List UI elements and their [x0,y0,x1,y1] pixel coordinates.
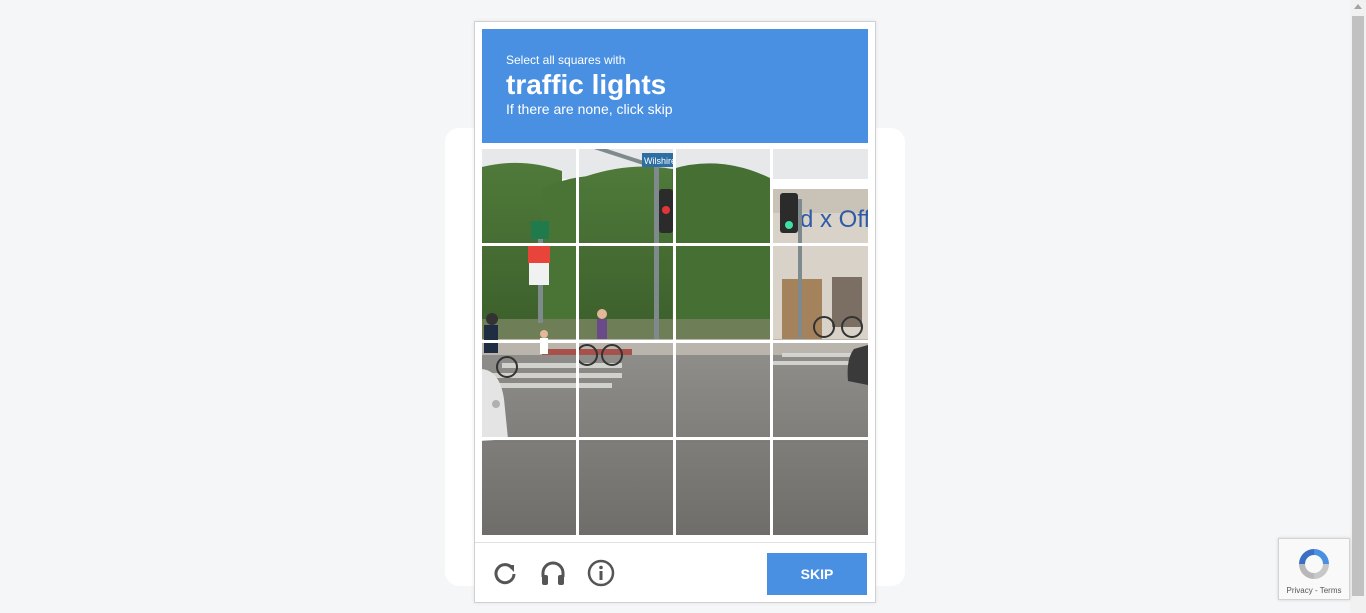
link-separator: - [1312,586,1320,595]
grid-tile-r3-c1[interactable] [482,343,576,437]
grid-tile-r3-c2[interactable] [579,343,673,437]
scroll-up-arrow-icon[interactable] [1354,4,1362,9]
grid-tile-r2-c2[interactable] [579,246,673,340]
terms-link[interactable]: Terms [1320,586,1342,595]
challenge-footer: SKIP [475,542,875,603]
recaptcha-badge[interactable]: Privacy - Terms [1278,538,1350,600]
grid-tile-r4-c3[interactable] [676,440,770,534]
grid-tile-r1-c3[interactable] [676,149,770,243]
target-object-text: traffic lights [506,69,667,100]
reload-icon[interactable] [491,559,519,587]
headphones-icon[interactable] [539,559,567,587]
grid-tile-r4-c1[interactable] [482,440,576,534]
captcha-challenge-frame: Select all squares with traffic lights I… [474,21,876,603]
grid-tile-r3-c4[interactable] [773,343,867,437]
grid-tile-r1-c4[interactable] [773,149,867,243]
grid-tile-r2-c1[interactable] [482,246,576,340]
grid-tile-r4-c2[interactable] [579,440,673,534]
grid-tile-r1-c1[interactable] [482,149,576,243]
challenge-header: Select all squares with traffic lights I… [482,29,868,143]
instruction-text: Select all squares with [506,53,626,67]
grid-tile-r3-c3[interactable] [676,343,770,437]
skip-hint-text: If there are none, click skip [506,101,673,117]
skip-button[interactable]: SKIP [767,553,867,595]
scrollbar-thumb[interactable] [1352,16,1364,596]
grid-tile-r4-c4[interactable] [773,440,867,534]
image-grid: d x Off Wilshire [482,149,868,535]
grid-tile-r1-c2[interactable] [579,149,673,243]
recaptcha-links: Privacy - Terms [1279,586,1349,595]
grid-tile-r2-c4[interactable] [773,246,867,340]
info-icon[interactable] [587,559,615,587]
grid-tile-r2-c3[interactable] [676,246,770,340]
recaptcha-logo-icon [1295,545,1333,583]
page-scrollbar[interactable] [1350,0,1366,613]
privacy-link[interactable]: Privacy [1287,586,1313,595]
